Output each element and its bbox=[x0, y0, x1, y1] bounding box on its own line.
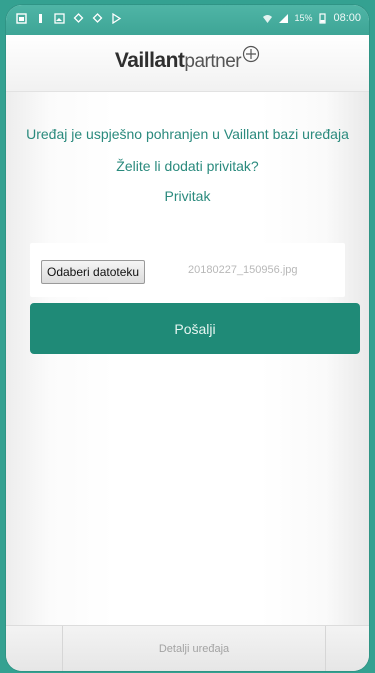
logo-brand: Vaillant bbox=[114, 49, 185, 72]
wifi-icon bbox=[263, 14, 273, 23]
bottom-navigation: Detalji uređaja bbox=[6, 625, 369, 671]
success-message: Uređaj je uspješno pohranjen u Vaillant … bbox=[26, 126, 349, 142]
notification-icon bbox=[16, 13, 27, 24]
image-icon bbox=[54, 13, 65, 24]
app-header: Vaillantpartner bbox=[6, 35, 369, 92]
vaillant-partner-logo: Vaillantpartner bbox=[6, 45, 369, 73]
signal-icon bbox=[279, 13, 289, 23]
choose-file-button[interactable]: Odaberi datoteku bbox=[41, 260, 146, 284]
add-circle-icon bbox=[243, 45, 260, 63]
main-content: Uređaj je uspješno pohranjen u Vaillant … bbox=[6, 91, 369, 204]
logo-suffix: partner bbox=[184, 51, 242, 72]
location-icon bbox=[73, 13, 84, 23]
location-icon bbox=[92, 13, 103, 23]
play-icon bbox=[112, 13, 122, 24]
selected-file-name: 20180227_150956.jpg bbox=[188, 264, 298, 276]
tab-device-details[interactable]: Detalji uređaja bbox=[62, 626, 326, 671]
file-picker: Odaberi datoteku 20180227_150956.jpg bbox=[30, 243, 345, 297]
status-right: 15% 08:00 bbox=[262, 12, 361, 24]
phone-screen: 15% 08:00 Vaillantpartner Uređaj je uspj… bbox=[6, 5, 369, 671]
attachment-question: Želite li dodati privitak? bbox=[116, 158, 259, 174]
status-bar: 15% 08:00 bbox=[6, 5, 369, 35]
status-time: 08:00 bbox=[333, 12, 361, 24]
usb-icon bbox=[39, 14, 42, 23]
attachment-label: Privitak bbox=[164, 188, 211, 204]
status-left-icons bbox=[16, 13, 122, 24]
battery-percent: 15% bbox=[294, 13, 313, 23]
send-button[interactable]: Pošalji bbox=[30, 303, 360, 354]
battery-icon bbox=[319, 12, 327, 24]
